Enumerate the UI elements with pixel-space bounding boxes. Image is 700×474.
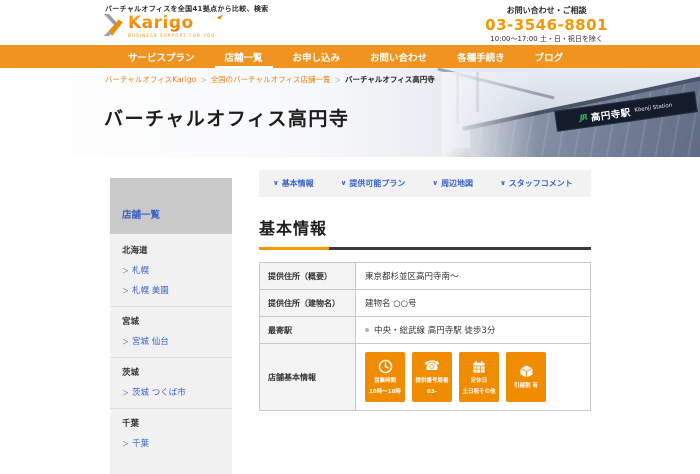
site-header: バーチャルオフィスを全国41拠点から比較、検索 Karigo BUSINESS … [0,0,700,45]
section-title-rule [259,247,591,250]
station-sign-name: 高円寺駅 [590,104,632,123]
calendar-icon [472,358,486,375]
sidebar-item-ibaraki-tsukuba[interactable]: ＞茨城 つくば市 [122,386,220,398]
contact-label: お問い合わせ・ご相談 [485,5,608,16]
row-label-building-name: 提供住所（建物名） [260,290,356,317]
breadcrumb-store-list-link[interactable]: 全国のバーチャルオフィス店舗一覧 [211,75,331,84]
main-content: ∨基本情報 ∨提供可能プラン ∨周辺地図 ∨スタッフコメント 基本情報 提供住所… [259,170,591,411]
karigo-logo-mark-icon [103,13,125,41]
sidebar-item-sapporo-misono[interactable]: ＞札幌 美園 [122,284,220,296]
table-row: 提供住所（概要） 東京都杉並区高円寺南～ [260,263,591,290]
main-nav: サービスプラン 店舗一覧 お申し込み お問い合わせ 各種手続き ブログ [0,45,700,68]
row-value-nearest-station: 中央・総武線 高円寺駅 徒歩3分 [356,317,591,344]
clock-icon [378,358,393,375]
badge-moving-discount: 引越割 有 [506,352,546,402]
chevron-down-icon: ∨ [500,180,506,187]
nav-item-store-list[interactable]: 店舗一覧 [225,45,263,68]
bullet-icon [365,328,369,332]
row-label-store-basic-info: 店舗基本情報 [260,344,356,411]
region-label-hokkaido: 北海道 [122,244,220,256]
chevron-down-icon: ∨ [432,180,438,187]
link-arrow-icon: ＞ [122,389,129,397]
jr-logo: JR [579,113,587,123]
nav-item-contact[interactable]: お問い合わせ [370,45,427,68]
link-arrow-icon: ＞ [122,287,129,295]
nav-item-blog[interactable]: ブログ [535,45,564,68]
sidebar-item-chiba[interactable]: ＞千葉 [122,437,220,449]
row-value-address-summary: 東京都杉並区高円寺南～ [356,263,591,290]
link-arrow-icon: ＞ [122,440,129,448]
link-arrow-icon: ＞ [122,338,129,346]
region-label-miyagi: 宮城 [122,315,220,327]
breadcrumb-current-page: バーチャルオフィス高円寺 [345,75,435,84]
section-title-basic-info: 基本情報 [259,215,591,239]
store-info-badges: 営業時間 10時～18時 ☎ 提供番号局番 03- 定休日 土日祝その他 [365,351,581,403]
breadcrumb-separator: ＞ [334,76,341,84]
nav-item-apply[interactable]: お申し込み [293,45,341,68]
link-arrow-icon: ＞ [122,267,129,275]
table-row: 提供住所（建物名） 建物名 ○○号 [260,290,591,317]
logo-wordmark: Karigo [128,13,194,33]
karigo-logo[interactable]: Karigo BUSINESS SUPPORT FOR YOU [103,13,216,41]
sidebar-item-sapporo[interactable]: ＞札幌 [122,264,220,276]
station-sign-english: Kōenji Station [634,102,673,113]
row-value-building-name: 建物名 ○○号 [356,290,591,317]
row-label-address-summary: 提供住所（概要） [260,263,356,290]
box-icon [519,363,534,380]
nav-item-service-plan[interactable]: サービスプラン [128,45,195,68]
badge-business-hours: 営業時間 10時～18時 [365,352,405,402]
photo-fade-overlay [442,72,537,157]
nav-item-procedures[interactable]: 各種手続き [457,45,505,68]
sidebar-divider [110,306,232,307]
anchor-area-map[interactable]: ∨周辺地図 [432,178,473,189]
chevron-down-icon: ∨ [341,180,347,187]
sidebar-region-list: 北海道 ＞札幌 ＞札幌 美園 宮城 ＞宮城 仙台 茨城 ＞茨城 つくば市 千葉 … [110,234,232,474]
phone-number-link[interactable]: 03-3546-8801 [485,16,608,34]
badge-phone-number: ☎ 提供番号局番 03- [412,352,452,402]
table-row: 店舗基本情報 営業時間 10時～18時 ☎ 提供番号局番 03- [260,344,591,411]
page-title: バーチャルオフィス高円寺 [104,104,349,131]
row-label-nearest-station: 最寄駅 [260,317,356,344]
store-list-sidebar: 店舗一覧 北海道 ＞札幌 ＞札幌 美園 宮城 ＞宮城 仙台 茨城 ＞茨城 つくば… [110,178,232,474]
anchor-staff-comments[interactable]: ∨スタッフコメント [500,178,573,189]
sidebar-title-store-list[interactable]: 店舗一覧 [110,178,232,234]
header-contact-block: お問い合わせ・ご相談 03-3546-8801 10:00～17:00 土・日・… [485,5,608,44]
anchor-basic-info[interactable]: ∨基本情報 [273,178,314,189]
breadcrumb-separator: ＞ [200,76,207,84]
sidebar-divider [110,357,232,358]
phone-icon: ☎ [424,358,440,375]
anchor-available-plans[interactable]: ∨提供可能プラン [341,178,406,189]
logo-subtitle: BUSINESS SUPPORT FOR YOU [128,33,216,38]
business-hours: 10:00～17:00 土・日・祝日を除く [485,34,608,44]
sidebar-divider [110,408,232,409]
sidebar-item-miyagi-sendai[interactable]: ＞宮城 仙台 [122,335,220,347]
badge-closed-days: 定休日 土日祝その他 [459,352,499,402]
region-label-chiba: 千葉 [122,417,220,429]
row-value-store-basic-info: 営業時間 10時～18時 ☎ 提供番号局番 03- 定休日 土日祝その他 [356,344,591,411]
region-label-ibaraki: 茨城 [122,366,220,378]
section-anchor-bar: ∨基本情報 ∨提供可能プラン ∨周辺地図 ∨スタッフコメント [259,170,591,197]
breadcrumb-home-link[interactable]: バーチャルオフィスKarigo [105,75,196,84]
breadcrumb: バーチャルオフィスKarigo＞全国のバーチャルオフィス店舗一覧＞バーチャルオフ… [105,74,435,85]
basic-info-table: 提供住所（概要） 東京都杉並区高円寺南～ 提供住所（建物名） 建物名 ○○号 最… [259,262,591,411]
station-photo: JR 高円寺駅 Kōenji Station [442,72,700,157]
chevron-down-icon: ∨ [273,180,279,187]
hero-section: JR 高円寺駅 Kōenji Station バーチャルオフィスKarigo＞全… [0,68,700,157]
table-row: 最寄駅 中央・総武線 高円寺駅 徒歩3分 [260,317,591,344]
